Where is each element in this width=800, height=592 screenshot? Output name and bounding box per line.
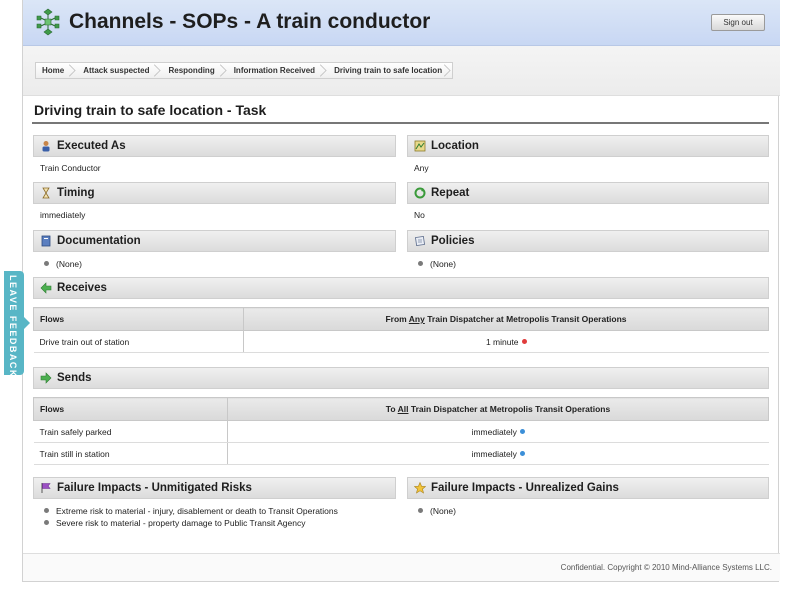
bullet [418, 508, 423, 514]
status-dot-icon [519, 428, 525, 434]
repeat-header: Repeat [407, 182, 769, 204]
location-value: Any [414, 163, 429, 173]
bullet [44, 261, 49, 267]
target-prefix: To [385, 404, 396, 414]
timing-value: immediately [40, 210, 86, 220]
table-header-row: Flows From Any Train Dispatcher at Metro… [33, 307, 769, 331]
target-name: Train Dispatcher at Metropolis Transit O… [410, 404, 611, 414]
flow-timing: immediately [471, 448, 517, 459]
sends-label: Sends [57, 372, 92, 384]
map-icon [414, 140, 426, 152]
table-row[interactable]: Drive train out of station 1 minute [33, 330, 769, 353]
documentation-label: Documentation [57, 235, 141, 247]
breadcrumb: Home Attack suspected Responding Informa… [35, 62, 454, 79]
status-dot-icon [521, 338, 527, 344]
executed-as-value[interactable]: Train Conductor [40, 163, 101, 173]
breadcrumb-item-current-task[interactable]: Driving train to safe location [328, 63, 453, 78]
bullet [44, 508, 49, 514]
flag-icon [40, 482, 52, 494]
app-title: Channels - SOPs - A train conductor [69, 10, 431, 33]
gain-item: (None) [418, 506, 456, 516]
source-name: Train Dispatcher at Metropolis Transit O… [427, 314, 627, 324]
breadcrumb-item-home[interactable]: Home [36, 63, 78, 78]
flow-timing-cell: 1 minute [243, 330, 769, 353]
timing-label: Timing [57, 187, 95, 199]
repeat-icon [414, 187, 426, 199]
failure-gains-label: Failure Impacts - Unrealized Gains [431, 482, 619, 494]
leave-feedback-tab[interactable]: LEAVE FEEDBACK [4, 271, 30, 378]
scroll-icon [414, 235, 426, 247]
leave-feedback-label: LEAVE FEEDBACK [8, 275, 18, 378]
sign-out-button[interactable]: Sign out [711, 14, 765, 31]
risk-item-text: Severe risk to material - property damag… [56, 518, 306, 528]
bullet [44, 520, 49, 526]
snowflake-logo-icon [36, 8, 60, 36]
source-prefix: From [385, 314, 407, 324]
source-qualifier-link[interactable]: Any [409, 314, 425, 324]
receives-header: Receives [33, 277, 769, 299]
book-icon [40, 235, 52, 247]
table-row[interactable]: Train safely parked immediately [33, 420, 769, 443]
flow-timing: immediately [471, 426, 517, 437]
breadcrumb-item-attack-suspected[interactable]: Attack suspected [77, 63, 163, 78]
failure-risks-label: Failure Impacts - Unmitigated Risks [57, 482, 252, 494]
star-icon [413, 481, 427, 494]
executed-as-label: Executed As [57, 140, 126, 152]
policies-value: (None) [418, 259, 456, 269]
breadcrumb-item-information-received[interactable]: Information Received [227, 63, 329, 78]
page-title: Driving train to safe location - Task [34, 102, 267, 118]
hourglass-icon [40, 187, 52, 199]
risk-item-text: Extreme risk to material - injury, disab… [56, 506, 338, 516]
person-icon [40, 140, 52, 152]
failure-risks-header: Failure Impacts - Unmitigated Risks [33, 477, 396, 499]
flow-timing-cell: immediately [227, 420, 769, 443]
failure-gains-header: Failure Impacts - Unrealized Gains [407, 477, 769, 499]
breadcrumb-item-responding[interactable]: Responding [162, 63, 228, 78]
documentation-none: (None) [56, 259, 82, 269]
flow-name[interactable]: Train safely parked [33, 420, 228, 443]
documentation-header: Documentation [33, 230, 396, 252]
flow-timing-cell: immediately [227, 442, 769, 465]
flow-name[interactable]: Train still in station [33, 442, 228, 465]
executed-as-header: Executed As [33, 135, 396, 157]
policies-none: (None) [430, 259, 456, 269]
column-header-flows: Flows [33, 307, 244, 331]
sends-table: Flows To All Train Dispatcher at Metropo… [33, 397, 769, 465]
bullet [418, 261, 423, 267]
status-dot-icon [519, 450, 525, 456]
repeat-label: Repeat [431, 187, 470, 199]
arrow-left-icon [40, 282, 52, 294]
page-container: Channels - SOPs - A train conductor Sign… [22, 0, 780, 582]
app-header: Channels - SOPs - A train conductor Sign… [23, 0, 780, 46]
target-qualifier-link[interactable]: All [398, 404, 409, 414]
flow-name[interactable]: Drive train out of station [33, 330, 244, 353]
location-header: Location [407, 135, 769, 157]
receives-table: Flows From Any Train Dispatcher at Metro… [33, 307, 769, 353]
policies-header: Policies [407, 230, 769, 252]
arrow-right-icon [40, 372, 52, 384]
column-header-source: From Any Train Dispatcher at Metropolis … [243, 307, 769, 331]
risk-item: Severe risk to material - property damag… [44, 518, 305, 528]
gain-item-text: (None) [430, 506, 456, 516]
policies-label: Policies [431, 235, 475, 247]
location-label: Location [431, 140, 479, 152]
column-header-target: To All Train Dispatcher at Metropolis Tr… [227, 397, 769, 421]
table-row[interactable]: Train still in station immediately [33, 442, 769, 465]
receives-label: Receives [57, 282, 107, 294]
repeat-value: No [414, 210, 425, 220]
copyright-text: Confidential. Copyright © 2010 Mind-Alli… [560, 563, 772, 572]
table-header-row: Flows To All Train Dispatcher at Metropo… [33, 397, 769, 421]
column-header-flows: Flows [33, 397, 228, 421]
flow-timing: 1 minute [485, 336, 519, 347]
breadcrumb-bar: Home Attack suspected Responding Informa… [23, 46, 780, 96]
risk-item: Extreme risk to material - injury, disab… [44, 506, 338, 516]
title-divider [32, 122, 769, 124]
sends-header: Sends [33, 367, 769, 389]
footer: Confidential. Copyright © 2010 Mind-Alli… [23, 553, 780, 581]
timing-header: Timing [33, 182, 396, 204]
documentation-value: (None) [44, 259, 82, 269]
